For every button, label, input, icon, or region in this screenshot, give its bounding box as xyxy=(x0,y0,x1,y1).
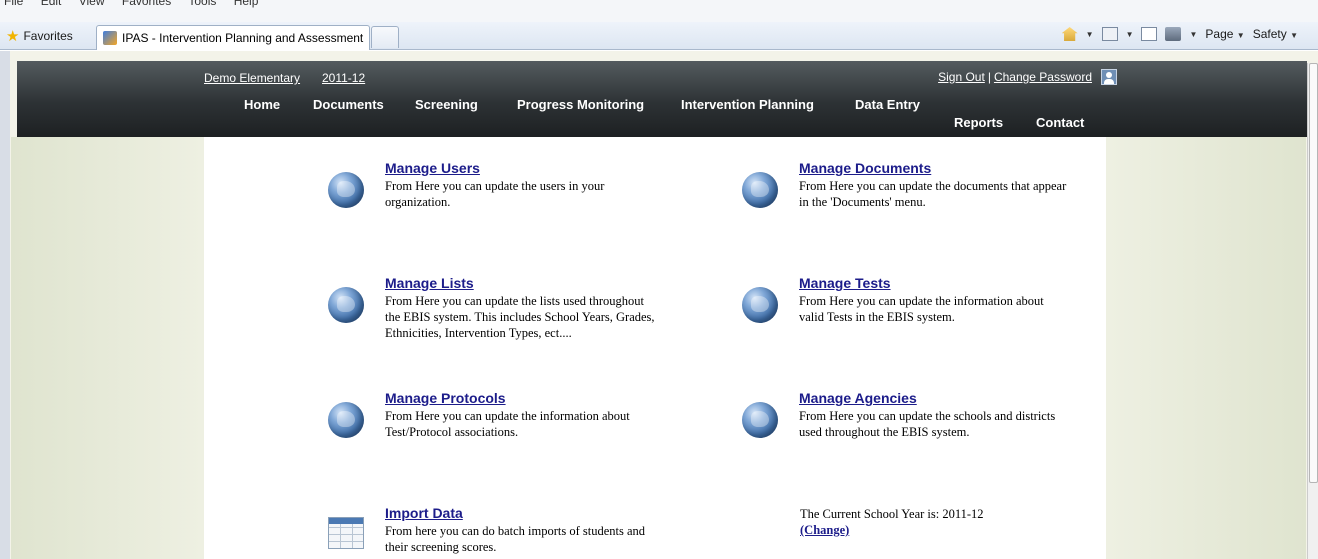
sign-out-link[interactable]: Sign Out xyxy=(938,70,985,84)
chevron-down-icon: ▼ xyxy=(1290,31,1298,40)
scrollbar-thumb[interactable] xyxy=(1309,63,1318,483)
globe-icon[interactable] xyxy=(742,287,778,323)
page-menu-label: Page xyxy=(1205,27,1234,41)
menu-help[interactable]: Help xyxy=(234,0,259,8)
chevron-down-icon[interactable]: ▼ xyxy=(1126,30,1134,39)
page-menu[interactable]: Page ▼ xyxy=(1205,27,1244,41)
manage-users-link[interactable]: Manage Users xyxy=(385,160,480,176)
print-icon[interactable] xyxy=(1165,27,1182,41)
page-viewport: Demo Elementary 2011-12 Sign Out | Chang… xyxy=(0,51,1318,559)
safety-menu-label: Safety xyxy=(1252,27,1287,41)
globe-icon[interactable] xyxy=(328,402,364,438)
globe-icon[interactable] xyxy=(328,172,364,208)
feed-icon[interactable] xyxy=(1101,27,1118,41)
manage-tests-link[interactable]: Manage Tests xyxy=(799,275,891,291)
globe-icon[interactable] xyxy=(742,172,778,208)
home-icon[interactable] xyxy=(1061,27,1078,41)
manage-lists-link[interactable]: Manage Lists xyxy=(385,275,474,291)
menu-favorites[interactable]: Favorites xyxy=(122,0,171,8)
manage-protocols-desc: From Here you can update the information… xyxy=(385,409,630,439)
globe-icon[interactable] xyxy=(328,287,364,323)
chevron-down-icon[interactable]: ▼ xyxy=(1086,30,1094,39)
school-link[interactable]: Demo Elementary xyxy=(204,71,300,85)
nav-documents[interactable]: Documents xyxy=(313,97,384,112)
tab-title: IPAS - Intervention Planning and Assessm… xyxy=(122,31,364,45)
favorites-label: Favorites xyxy=(23,29,73,43)
table-icon[interactable] xyxy=(328,517,364,549)
favorites-button[interactable]: ★ Favorites xyxy=(6,26,73,46)
nav-screening[interactable]: Screening xyxy=(415,97,478,112)
import-data-link[interactable]: Import Data xyxy=(385,505,463,521)
import-data-desc: From here you can do batch imports of st… xyxy=(385,524,646,554)
menu-items: File Edit View Favorites Tools Help xyxy=(4,0,272,8)
manage-documents-link[interactable]: Manage Documents xyxy=(799,160,931,176)
manage-agencies-link[interactable]: Manage Agencies xyxy=(799,390,917,406)
account-links: Sign Out | Change Password xyxy=(938,69,1117,85)
change-year-link[interactable]: (Change) xyxy=(800,523,849,537)
right-gutter xyxy=(1106,137,1306,559)
browser-tabbar: ★ Favorites IPAS - Intervention Planning… xyxy=(0,22,1318,50)
command-bar: ▼ ▼ ▼ Page ▼ Safety ▼ xyxy=(1061,27,1298,41)
change-password-link[interactable]: Change Password xyxy=(994,70,1092,84)
menu-edit[interactable]: Edit xyxy=(41,0,62,8)
manage-lists-desc: From Here you can update the lists used … xyxy=(385,294,655,340)
year-link[interactable]: 2011-12 xyxy=(322,71,365,85)
separator: | xyxy=(987,70,991,84)
manage-agencies-desc: From Here you can update the schools and… xyxy=(799,409,1056,439)
nav-contact[interactable]: Contact xyxy=(1036,115,1084,130)
safety-menu[interactable]: Safety ▼ xyxy=(1253,27,1298,41)
page-left-border xyxy=(0,51,10,559)
nav-reports[interactable]: Reports xyxy=(954,115,1003,130)
manage-tests-desc: From Here you can update the information… xyxy=(799,294,1044,324)
menu-file[interactable]: File xyxy=(4,0,23,8)
left-gutter xyxy=(11,137,204,559)
chevron-down-icon: ▼ xyxy=(1236,31,1245,40)
manage-protocols-link[interactable]: Manage Protocols xyxy=(385,390,506,406)
manage-users-desc: From Here you can update the users in yo… xyxy=(385,179,605,209)
browser-menubar: File Edit View Favorites Tools Help xyxy=(0,0,1318,22)
nav-intervention-planning[interactable]: Intervention Planning xyxy=(681,97,814,112)
browser-tab-ipas[interactable]: IPAS - Intervention Planning and Assessm… xyxy=(96,25,370,50)
mail-icon[interactable] xyxy=(1141,27,1158,41)
manage-documents-desc: From Here you can update the documents t… xyxy=(799,179,1067,209)
user-icon[interactable] xyxy=(1101,69,1117,85)
nav-data-entry[interactable]: Data Entry xyxy=(855,97,920,112)
star-icon: ★ xyxy=(6,27,20,45)
site-favicon-icon xyxy=(103,31,117,45)
vertical-scrollbar[interactable] xyxy=(1307,63,1318,559)
menu-view[interactable]: View xyxy=(79,0,105,8)
chevron-down-icon[interactable]: ▼ xyxy=(1189,30,1197,39)
current-school-year-label: The Current School Year is: 2011-12 xyxy=(800,507,984,521)
menu-tools[interactable]: Tools xyxy=(188,0,216,8)
current-school-year: The Current School Year is: 2011-12 (Cha… xyxy=(800,506,984,538)
nav-home[interactable]: Home xyxy=(244,97,280,112)
globe-icon[interactable] xyxy=(742,402,778,438)
site-header: Demo Elementary 2011-12 Sign Out | Chang… xyxy=(17,61,1307,137)
new-tab-button[interactable] xyxy=(371,26,399,48)
nav-progress-monitoring[interactable]: Progress Monitoring xyxy=(517,97,644,112)
